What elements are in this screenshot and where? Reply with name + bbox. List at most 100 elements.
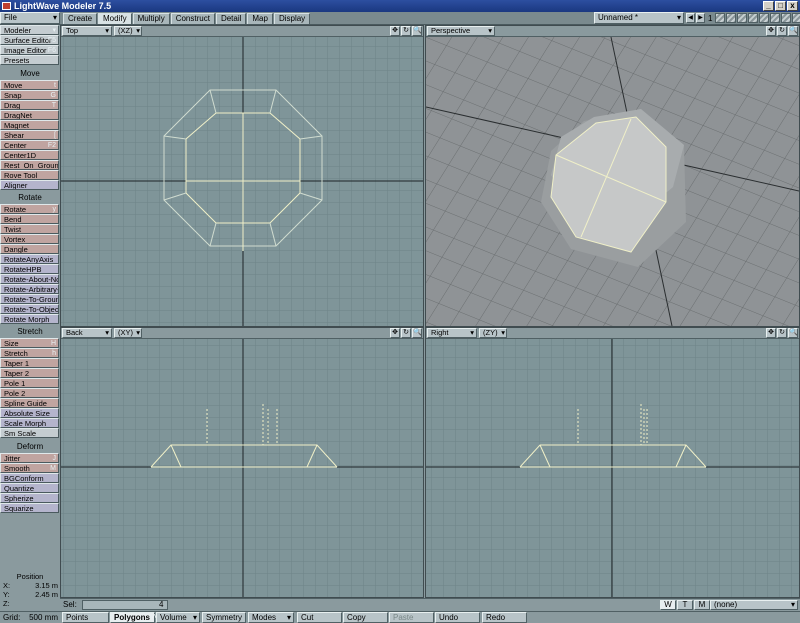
tab-map[interactable]: Map — [247, 13, 273, 24]
tab-modify[interactable]: Modify — [98, 13, 132, 24]
view-type-select[interactable]: Top ▾ — [62, 26, 112, 36]
viewport-canvas[interactable] — [426, 37, 799, 326]
layer-cell[interactable] — [726, 13, 737, 23]
zoom-icon[interactable]: 🔍 — [412, 328, 422, 338]
tool-rotate-arbitrary[interactable]: Rotate-Arbitrary-... — [0, 284, 59, 294]
viewport-right[interactable]: Right ▾ (ZY) ▾ ✥ ↻ 🔍 — [425, 327, 800, 598]
tool-rotate-any-axis[interactable]: RotateAnyAxis — [0, 254, 59, 264]
view-type-select[interactable]: Back ▾ — [62, 328, 112, 338]
layer-cell[interactable] — [748, 13, 759, 23]
tool-aligner[interactable]: Aligner — [0, 180, 59, 190]
move-view-icon[interactable]: ✥ — [390, 26, 400, 36]
view-axis-select[interactable]: (ZY) ▾ — [479, 328, 507, 338]
morph-map-button[interactable]: M — [694, 600, 710, 610]
layer-cell[interactable] — [715, 13, 726, 23]
next-layer-icon[interactable]: ▶ — [696, 13, 705, 23]
tool-pole1[interactable]: Pole 1 — [0, 378, 59, 388]
paste-button[interactable]: Paste — [389, 612, 434, 623]
tool-smooth[interactable]: Smooth M — [0, 463, 59, 473]
rotate-view-icon[interactable]: ↻ — [777, 328, 787, 338]
tool-bgconform[interactable]: BGConform — [0, 473, 59, 483]
tool-rove[interactable]: Rove Tool — [0, 170, 59, 180]
tab-detail[interactable]: Detail — [215, 13, 247, 24]
modes-button[interactable]: Modes ▾ — [248, 612, 294, 623]
redo-button[interactable]: Redo — [482, 612, 527, 623]
tool-twist[interactable]: Twist — [0, 224, 59, 234]
view-type-select[interactable]: Perspective ▾ — [427, 26, 495, 36]
tool-size[interactable]: Size H — [0, 338, 59, 348]
tab-construct[interactable]: Construct — [170, 13, 215, 24]
presets-button[interactable]: Presets — [0, 55, 59, 65]
cut-button[interactable]: Cut — [297, 612, 342, 623]
tool-rotate-to-object[interactable]: Rotate-To-Object — [0, 304, 59, 314]
close-button[interactable]: x — [787, 1, 798, 11]
view-axis-select[interactable]: (XY) ▾ — [114, 328, 142, 338]
copy-button[interactable]: Copy — [343, 612, 388, 623]
tool-jitter[interactable]: Jitter J — [0, 453, 59, 463]
image-editor-button[interactable]: Image Editor F6 — [0, 45, 59, 55]
tool-sm-scale[interactable]: Sm Scale — [0, 428, 59, 438]
tool-snap[interactable]: Snap G — [0, 90, 59, 100]
view-type-select[interactable]: Right ▾ — [427, 328, 477, 338]
tool-rotate-morph[interactable]: Rotate Morph — [0, 314, 59, 324]
vmap-select[interactable]: (none) ▾ — [710, 600, 798, 610]
zoom-icon[interactable]: 🔍 — [788, 328, 798, 338]
zoom-icon[interactable]: 🔍 — [788, 26, 798, 36]
move-view-icon[interactable]: ✥ — [766, 26, 776, 36]
undo-button[interactable]: Undo — [435, 612, 480, 623]
rotate-view-icon[interactable]: ↻ — [401, 26, 411, 36]
layer-cell[interactable] — [770, 13, 781, 23]
object-select[interactable]: Unnamed * ▾ — [594, 12, 684, 24]
tool-scale-morph[interactable]: Scale Morph — [0, 418, 59, 428]
rotate-view-icon[interactable]: ↻ — [401, 328, 411, 338]
tool-taper2[interactable]: Taper 2 — [0, 368, 59, 378]
volume-mode-button[interactable]: Volume ▾ — [156, 612, 200, 623]
tool-rest-on-ground[interactable]: Rest_On_Ground — [0, 160, 59, 170]
file-menu[interactable]: File ▾ — [0, 12, 60, 24]
tab-create[interactable]: Create — [63, 13, 98, 24]
tool-dangle[interactable]: Dangle — [0, 244, 59, 254]
layer-cell[interactable] — [781, 13, 792, 23]
tool-magnet[interactable]: Magnet — [0, 120, 59, 130]
minimize-button[interactable]: _ — [763, 1, 774, 11]
tab-multiply[interactable]: Multiply — [132, 13, 170, 24]
maximize-button[interactable]: □ — [775, 1, 786, 11]
viewport-back[interactable]: Back ▾ (XY) ▾ ✥ ↻ 🔍 — [60, 327, 424, 598]
tool-quantize[interactable]: Quantize — [0, 483, 59, 493]
move-view-icon[interactable]: ✥ — [766, 328, 776, 338]
texture-map-button[interactable]: T — [677, 600, 693, 610]
tool-rotate-to-ground[interactable]: Rotate-To-Ground — [0, 294, 59, 304]
tool-spherize[interactable]: Spherize — [0, 493, 59, 503]
viewport-canvas[interactable] — [61, 37, 423, 326]
viewport-canvas[interactable] — [426, 339, 799, 597]
zoom-icon[interactable]: 🔍 — [412, 26, 422, 36]
tool-drag[interactable]: Drag T — [0, 100, 59, 110]
tool-move[interactable]: Move t — [0, 80, 59, 90]
tool-center1d[interactable]: Center1D — [0, 150, 59, 160]
modeler-menu[interactable]: Modeler ▾ — [0, 25, 59, 35]
tool-squarize[interactable]: Squarize — [0, 503, 59, 513]
tool-absolute-size[interactable]: Absolute Size — [0, 408, 59, 418]
tool-dragnet[interactable]: DragNet — [0, 110, 59, 120]
symmetry-button[interactable]: Symmetry — [202, 612, 246, 623]
tool-shear[interactable]: Shear[ — [0, 130, 59, 140]
view-axis-select[interactable]: (XZ) ▾ — [114, 26, 142, 36]
tool-rotate-about-normal[interactable]: Rotate-About-No... — [0, 274, 59, 284]
tool-spline-guide[interactable]: Spline Guide — [0, 398, 59, 408]
tool-rotate[interactable]: Rotate y — [0, 204, 59, 214]
prev-layer-icon[interactable]: ◀ — [686, 13, 695, 23]
tool-taper1[interactable]: Taper 1 — [0, 358, 59, 368]
layer-cell[interactable] — [792, 13, 800, 23]
layer-cell[interactable] — [759, 13, 770, 23]
tab-display[interactable]: Display — [273, 13, 311, 24]
viewport-canvas[interactable] — [61, 339, 423, 597]
points-mode-button[interactable]: Points — [62, 612, 109, 623]
rotate-view-icon[interactable]: ↻ — [777, 26, 787, 36]
layer-cell[interactable] — [737, 13, 748, 23]
tool-center[interactable]: Center F2 — [0, 140, 59, 150]
tool-stretch[interactable]: Stretch h — [0, 348, 59, 358]
tool-rotate-hpb[interactable]: RotateHPB — [0, 264, 59, 274]
weight-map-button[interactable]: W — [660, 600, 676, 610]
viewport-perspective[interactable]: Perspective ▾ ✥ ↻ 🔍 — [425, 25, 800, 327]
viewport-top[interactable]: Top ▾ (XZ) ▾ ✥ ↻ 🔍 — [60, 25, 424, 327]
